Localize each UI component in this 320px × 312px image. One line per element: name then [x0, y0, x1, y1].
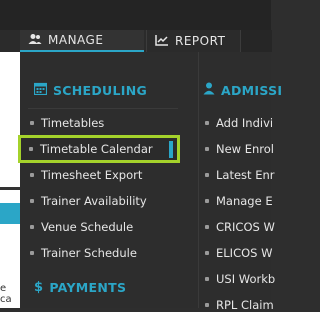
scheduling-heading-label: SCHEDULING [53, 82, 148, 98]
admissions-heading: ADMISSI [203, 82, 282, 98]
background-text-fragment: e ca [0, 283, 12, 305]
top-nav-bar: MANAGE REPORT [0, 0, 272, 52]
bullet-icon [30, 251, 34, 255]
menu-item-label: Trainer Schedule [41, 246, 137, 260]
users-icon [28, 33, 42, 48]
user-icon [203, 82, 215, 98]
bullet-icon [30, 121, 34, 125]
menu-item-timesheet-export[interactable]: Timesheet Export [30, 168, 142, 182]
menu-item-timetables[interactable]: Timetables [30, 116, 104, 130]
menu-item-label: RPL Claim [216, 298, 274, 312]
tab-manage[interactable]: MANAGE [20, 30, 144, 52]
menu-item-label: New Enrol [216, 142, 274, 156]
menu-item-label: ELICOS W [216, 246, 273, 260]
chart-icon [155, 34, 169, 49]
menu-item-label: Timetable Calendar [40, 142, 153, 156]
bullet-icon [205, 199, 209, 203]
dollar-icon: $ [34, 280, 44, 295]
background-button [0, 203, 20, 224]
divider [28, 108, 178, 109]
admissions-heading-label: ADMISSI [221, 82, 283, 98]
menu-item-label: Venue Schedule [41, 220, 134, 234]
top-strip [0, 0, 271, 30]
menu-item-label: Trainer Availability [41, 194, 147, 208]
bullet-icon [205, 251, 209, 255]
menu-item-label: CRICOS W [216, 220, 275, 234]
menu-item-label: Timetables [41, 116, 105, 130]
menu-item-timetable-calendar[interactable]: Timetable Calendar [18, 135, 180, 163]
page-background [0, 52, 20, 308]
bullet-icon [30, 173, 34, 177]
bullet-icon [205, 303, 209, 307]
bullet-icon [205, 225, 209, 229]
menu-item-label: USI Workb [216, 272, 276, 286]
tab-report-label: REPORT [175, 34, 226, 48]
menu-item-venue-schedule[interactable]: Venue Schedule [30, 220, 133, 234]
active-indicator [169, 141, 173, 158]
tab-next[interactable] [240, 30, 272, 52]
menu-item-label: Latest Enr [216, 168, 275, 182]
menu-item-rpl-claim[interactable]: RPL Claim [205, 298, 274, 312]
background-divider [0, 187, 20, 190]
menu-item-elicos[interactable]: ELICOS W [205, 246, 272, 260]
bullet-icon [30, 199, 34, 203]
bullet-icon [205, 147, 209, 151]
menu-item-manage-enrolments[interactable]: Manage E [205, 194, 273, 208]
menu-item-label: Manage E [216, 194, 273, 208]
menu-item-label: Timesheet Export [41, 168, 143, 182]
payments-heading-label: PAYMENTS [49, 280, 127, 295]
scheduling-heading: SCHEDULING [33, 82, 148, 98]
calendar-icon [33, 82, 48, 98]
tab-report[interactable]: REPORT [146, 30, 240, 52]
menu-item-latest-enrolments[interactable]: Latest Enr [205, 168, 274, 182]
bullet-icon [30, 225, 34, 229]
bullet-icon [205, 277, 209, 281]
menu-item-trainer-schedule[interactable]: Trainer Schedule [30, 246, 137, 260]
menu-item-new-enrolment[interactable]: New Enrol [205, 142, 274, 156]
payments-heading: $ PAYMENTS [34, 280, 126, 295]
menu-item-label: Add Indivi [216, 116, 274, 130]
menu-item-add-individual[interactable]: Add Indivi [205, 116, 273, 130]
manage-dropdown-menu: SCHEDULING Timetables Timetable Calendar… [18, 52, 282, 312]
menu-item-cricos[interactable]: CRICOS W [205, 220, 275, 234]
admissions-column: ADMISSI Add Indivi New Enrol Latest Enr … [198, 52, 282, 312]
menu-item-trainer-availability[interactable]: Trainer Availability [30, 194, 147, 208]
bullet-icon [205, 173, 209, 177]
menu-item-usi-workbench[interactable]: USI Workb [205, 272, 275, 286]
bullet-icon [29, 147, 33, 151]
tab-manage-label: MANAGE [48, 33, 104, 47]
bullet-icon [205, 121, 209, 125]
